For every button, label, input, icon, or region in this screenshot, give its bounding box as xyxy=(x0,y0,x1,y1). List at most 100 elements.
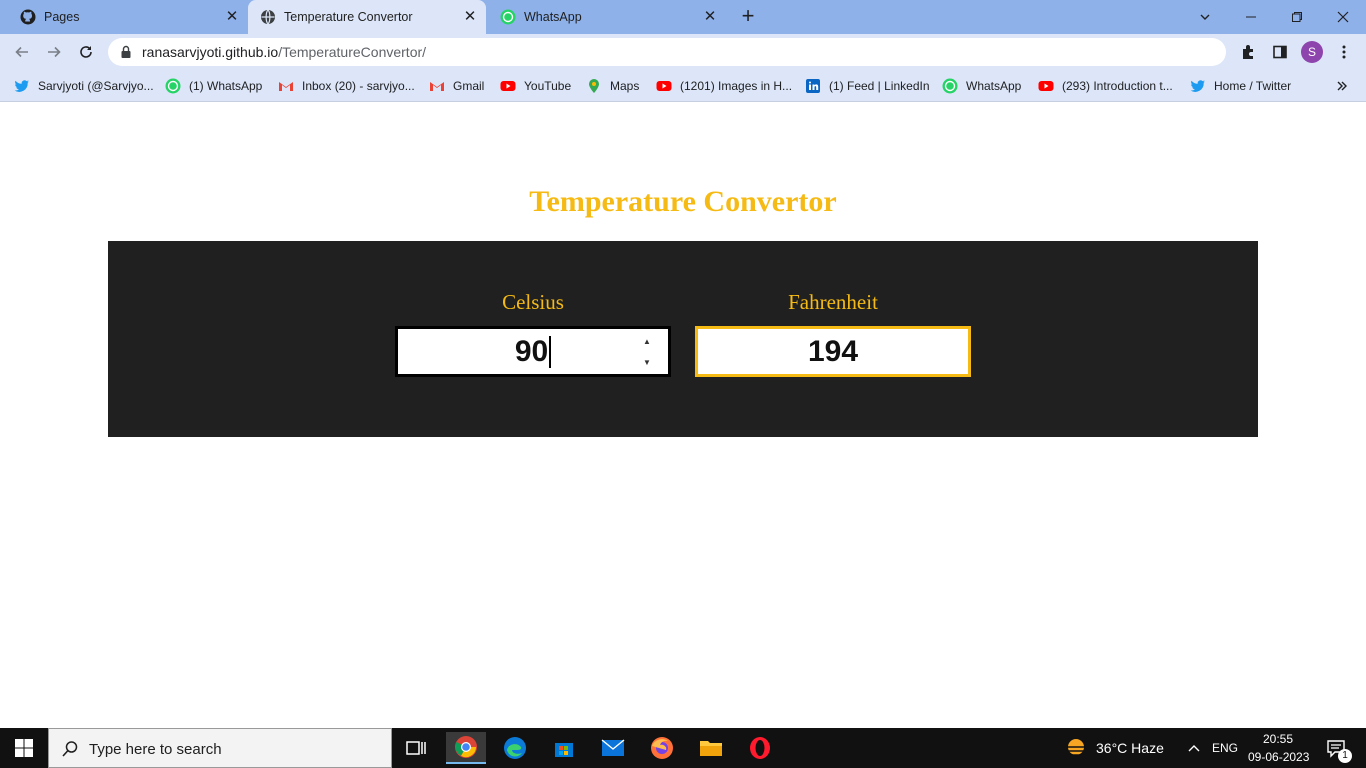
url-path: /TemperatureConvertor/ xyxy=(278,44,427,60)
bookmark-label: Inbox (20) - sarvjyo... xyxy=(302,79,415,93)
notification-count-badge: 1 xyxy=(1338,749,1352,763)
number-spinner[interactable]: ▲ ▼ xyxy=(640,337,654,367)
tab-title: Temperature Convertor xyxy=(284,10,413,24)
mail-taskbar-icon[interactable] xyxy=(593,732,633,764)
twitter-icon xyxy=(1190,80,1205,92)
converter-panel: Celsius 90 ▲ ▼ Fahrenheit 194 xyxy=(108,241,1258,437)
celsius-label: Celsius xyxy=(502,290,564,314)
extensions-icon[interactable] xyxy=(1236,40,1260,64)
reload-icon[interactable] xyxy=(74,40,98,64)
search-icon xyxy=(62,741,78,757)
bookmark-label: Gmail xyxy=(453,79,485,93)
page-title: Temperature Convertor xyxy=(529,185,837,218)
bookmark-label: Sarvjyoti (@Sarvjyo... xyxy=(38,79,154,93)
address-bar[interactable]: ranasarvjyoti.github.io/TemperatureConve… xyxy=(108,38,1226,66)
celsius-input[interactable]: 90 ▲ ▼ xyxy=(395,326,671,377)
youtube-icon xyxy=(656,81,672,91)
bookmark-item[interactable]: YouTube xyxy=(500,76,571,96)
maps-icon xyxy=(589,79,599,93)
new-tab-button[interactable]: + xyxy=(736,5,760,29)
bookmark-item[interactable]: Inbox (20) - sarvjyo... xyxy=(278,76,415,96)
tab-title: Pages xyxy=(44,10,80,24)
edge-taskbar-icon[interactable] xyxy=(495,732,535,764)
close-icon[interactable]: ✕ xyxy=(462,9,478,25)
clock-time[interactable]: 20:55 xyxy=(1263,732,1293,746)
url-text: ranasarvjyoti.github.io/TemperatureConve… xyxy=(142,44,426,60)
search-placeholder: Type here to search xyxy=(89,741,222,758)
minimize-button[interactable] xyxy=(1228,0,1274,34)
file-explorer-taskbar-icon[interactable] xyxy=(691,732,731,764)
avatar[interactable]: S xyxy=(1300,40,1324,64)
whatsapp-icon xyxy=(165,78,181,94)
side-panel-icon[interactable] xyxy=(1268,40,1292,64)
text-caret xyxy=(549,335,552,368)
whatsapp-icon xyxy=(942,78,958,94)
url-host: ranasarvjyoti.github.io xyxy=(142,44,279,60)
page-content: Temperature Convertor Celsius 90 ▲ ▼ Fahr… xyxy=(0,103,1366,728)
taskbar-search-input[interactable]: Type here to search xyxy=(48,728,392,768)
bookmark-item[interactable]: Gmail xyxy=(429,76,484,96)
bookmark-label: YouTube xyxy=(524,79,572,93)
bookmark-item[interactable]: (1) Feed | LinkedIn xyxy=(805,76,930,96)
spin-down-icon[interactable]: ▼ xyxy=(643,358,651,367)
opera-taskbar-icon[interactable] xyxy=(740,732,780,764)
weather-haze-icon[interactable] xyxy=(1056,732,1096,764)
notification-center-icon[interactable]: 1 xyxy=(1316,732,1356,764)
bookmark-item[interactable]: (293) Introduction t... xyxy=(1038,76,1173,96)
bookmark-item[interactable]: Maps xyxy=(586,76,639,96)
store-taskbar-icon[interactable] xyxy=(544,732,584,764)
globe-icon xyxy=(261,9,275,25)
bookmark-item[interactable]: WhatsApp xyxy=(942,76,1021,96)
menu-kebab-icon[interactable] xyxy=(1332,40,1356,64)
linkedin-icon xyxy=(806,79,820,93)
bookmark-label: Maps xyxy=(610,79,640,93)
chrome-taskbar-icon[interactable] xyxy=(446,732,486,764)
windows-start-icon[interactable] xyxy=(4,732,44,764)
whatsapp-icon xyxy=(500,9,516,25)
close-icon[interactable]: ✕ xyxy=(224,9,240,25)
bookmark-item[interactable]: Sarvjyoti (@Sarvjyo... xyxy=(14,76,154,96)
bookmark-item[interactable]: (1) WhatsApp xyxy=(165,76,262,96)
tab-search-chevron-icon[interactable] xyxy=(1182,0,1228,34)
tab-title: WhatsApp xyxy=(524,10,582,24)
tab-temperature-convertor[interactable]: Temperature Convertor ✕ xyxy=(248,0,486,34)
close-window-button[interactable] xyxy=(1320,0,1366,34)
fahrenheit-input[interactable]: 194 xyxy=(695,326,971,377)
chevron-up-icon[interactable] xyxy=(1174,732,1214,764)
tab-pages[interactable]: Pages ✕ xyxy=(8,0,246,34)
bookmark-item[interactable]: Home / Twitter xyxy=(1190,76,1291,96)
language-indicator[interactable]: ENG xyxy=(1212,741,1238,755)
bookmark-label: (1201) Images in H... xyxy=(680,79,793,93)
bookmark-label: (1) Feed | LinkedIn xyxy=(829,79,930,93)
youtube-icon xyxy=(1038,81,1054,91)
back-arrow-icon[interactable] xyxy=(10,40,34,64)
bookmarks-overflow-chevron-icon[interactable] xyxy=(1336,76,1348,96)
youtube-icon xyxy=(500,81,516,91)
firefox-taskbar-icon[interactable] xyxy=(642,732,682,764)
bookmark-label: WhatsApp xyxy=(966,79,1022,93)
bookmark-label: Home / Twitter xyxy=(1214,79,1292,93)
gmail-icon xyxy=(279,82,293,91)
bookmark-label: (1) WhatsApp xyxy=(189,79,263,93)
task-view-icon[interactable] xyxy=(396,732,436,764)
github-icon xyxy=(20,9,36,25)
fahrenheit-value: 194 xyxy=(807,334,859,368)
profile-initial: S xyxy=(1301,41,1323,63)
weather-text[interactable]: 36°C Haze xyxy=(1096,740,1164,756)
tab-whatsapp[interactable]: WhatsApp ✕ xyxy=(488,0,726,34)
forward-arrow-icon[interactable] xyxy=(42,40,66,64)
close-icon[interactable]: ✕ xyxy=(702,9,718,25)
celsius-value: 90 xyxy=(514,334,549,368)
bookmark-label: (293) Introduction t... xyxy=(1062,79,1173,93)
twitter-icon xyxy=(14,80,29,92)
bookmark-item[interactable]: (1201) Images in H... xyxy=(656,76,792,96)
bookmarks-bar: Sarvjyoti (@Sarvjyo... (1) WhatsApp Inbo… xyxy=(0,70,1366,102)
fahrenheit-label: Fahrenheit xyxy=(788,290,878,314)
lock-icon[interactable] xyxy=(120,45,132,59)
restore-button[interactable] xyxy=(1274,0,1320,34)
clock-date[interactable]: 09-06-2023 xyxy=(1248,750,1309,764)
tab-strip: Pages ✕ Temperature Convertor ✕ WhatsApp… xyxy=(0,0,1366,34)
gmail-icon xyxy=(430,82,444,91)
spin-up-icon[interactable]: ▲ xyxy=(643,337,651,346)
taskbar: Type here to search 36°C Haze ENG 20:55 … xyxy=(0,728,1366,768)
